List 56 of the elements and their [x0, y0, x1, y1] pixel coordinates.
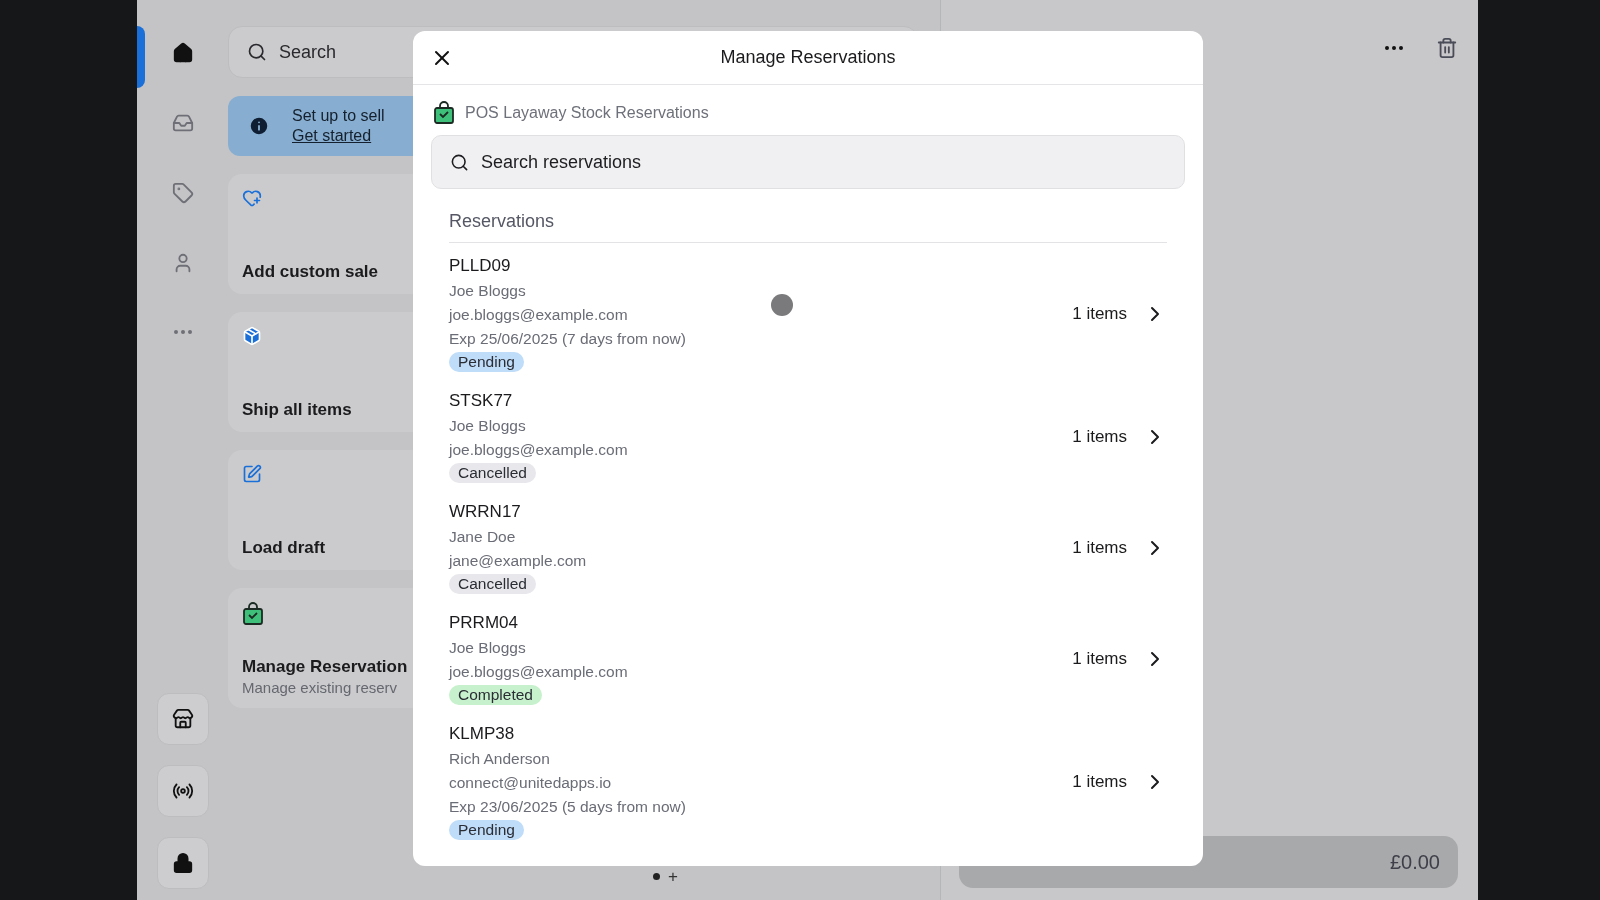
shopping-bag-icon: [433, 101, 455, 125]
reservation-code: PLLD09: [449, 256, 511, 276]
add-page-button[interactable]: +: [668, 868, 678, 885]
dialog-title: Manage Reservations: [720, 47, 896, 68]
store-icon: [171, 708, 194, 730]
item-count: 1 items: [1072, 304, 1127, 324]
status-badge: Pending: [449, 352, 524, 372]
customer-email: joe.bloggs@example.com: [449, 306, 628, 324]
customer-email: joe.bloggs@example.com: [449, 441, 628, 459]
pen-icon: [242, 464, 262, 484]
reservation-code: PRRM04: [449, 613, 518, 633]
heart-icon: [242, 188, 262, 208]
status-badge: Pending: [449, 820, 524, 840]
customer-name: Joe Bloggs: [449, 639, 526, 657]
status-badge: Cancelled: [449, 463, 536, 483]
shopping-bag-icon: [242, 602, 264, 626]
trash-icon[interactable]: [1436, 37, 1458, 59]
customer-name: Rich Anderson: [449, 750, 550, 768]
reservation-row[interactable]: STSK77 Joe Bloggs joe.bloggs@example.com Cancelled 1 items: [449, 378, 1167, 489]
item-count: 1 items: [1072, 427, 1127, 447]
lock-button[interactable]: [156, 837, 209, 889]
search-icon: [450, 152, 469, 172]
search-icon: [247, 42, 267, 62]
item-count: 1 items: [1072, 772, 1127, 792]
home-icon: [171, 42, 194, 64]
reservation-row[interactable]: WRRN17 Jane Doe jane@example.com Cancelled 1 items: [449, 489, 1167, 600]
reservation-code: KLMP38: [449, 724, 515, 744]
search-field[interactable]: Search reservations: [431, 135, 1185, 189]
broadcast-button[interactable]: [156, 765, 209, 817]
get-started-link[interactable]: Get started: [292, 127, 385, 145]
status-badge: Cancelled: [449, 574, 536, 594]
status-badge: Completed: [449, 685, 542, 705]
expiry-date: Exp 23/06/2025 (5 days from now): [449, 798, 686, 816]
customer-name: Jane Doe: [449, 528, 516, 546]
reservation-code: STSK77: [449, 391, 513, 411]
info-icon: [248, 115, 270, 137]
item-count: 1 items: [1072, 538, 1127, 558]
banner-title: Set up to sell: [292, 107, 385, 125]
customer-email: jane@example.com: [449, 552, 587, 570]
store-button[interactable]: [156, 693, 209, 745]
reservation-row[interactable]: PRRM04 Joe Bloggs joe.bloggs@example.com Completed 1 items: [449, 600, 1167, 711]
page-dot[interactable]: [653, 873, 660, 880]
lock-icon: [171, 852, 194, 874]
touch-indicator: [771, 294, 793, 316]
inbox-icon: [171, 112, 194, 134]
customer-email: joe.bloggs@example.com: [449, 663, 628, 681]
customer-name: Joe Bloggs: [449, 417, 526, 435]
expiry-date: Exp 25/06/2025 (7 days from now): [449, 330, 686, 348]
section-heading: Reservations: [449, 211, 1167, 243]
box-icon: [242, 326, 262, 346]
customer-name: Joe Bloggs: [449, 282, 526, 300]
app-name: POS Layaway Stock Reservations: [465, 104, 709, 122]
tag-icon: [171, 182, 194, 204]
customer-email: connect@unitedapps.io: [449, 774, 612, 792]
item-count: 1 items: [1072, 649, 1127, 669]
reservation-code: WRRN17: [449, 502, 521, 522]
